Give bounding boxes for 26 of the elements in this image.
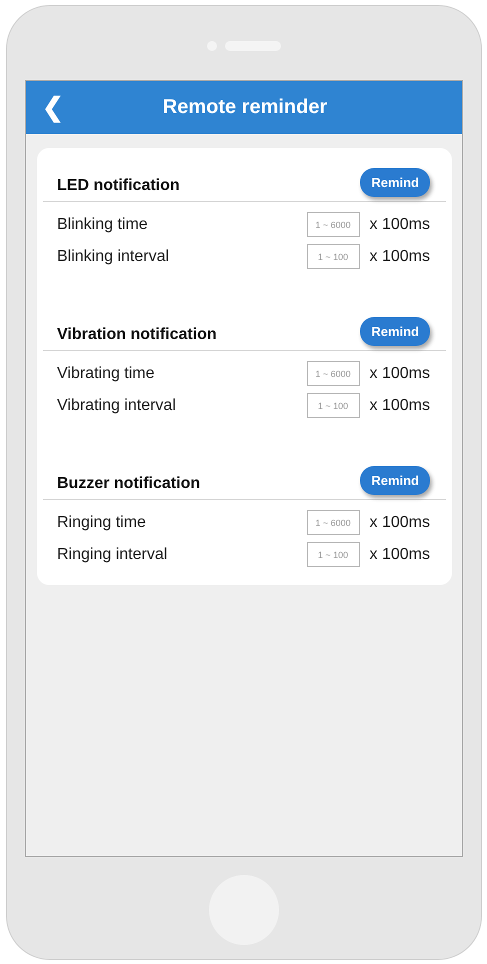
setting-label: Ringing time: [57, 514, 147, 532]
back-button[interactable]: ❮: [42, 92, 64, 123]
unit-label: x 100ms: [370, 364, 430, 382]
remind-button[interactable]: Remind: [360, 168, 430, 197]
unit-label: x 100ms: [370, 396, 430, 414]
value-field[interactable]: 1 ~ 6000: [306, 361, 360, 386]
section-title: LED notification: [57, 177, 180, 195]
setting-label: Vibrating interval: [57, 396, 177, 414]
section-title: Buzzer notification: [57, 475, 200, 493]
setting-label: Ringing interval: [57, 546, 168, 564]
value-field[interactable]: 1 ~ 6000: [306, 212, 360, 237]
section-title: Vibration notification: [57, 326, 217, 344]
setting-label: Blinking time: [57, 216, 149, 234]
remind-button[interactable]: Remind: [360, 317, 430, 346]
unit-label: x 100ms: [370, 546, 430, 564]
value-field[interactable]: 1 ~ 100: [306, 393, 360, 418]
unit-label: x 100ms: [370, 514, 430, 532]
setting-label: Blinking interval: [57, 248, 170, 266]
unit-label: x 100ms: [370, 216, 430, 234]
value-field[interactable]: 1 ~ 100: [306, 542, 360, 567]
value-field[interactable]: 1 ~ 100: [306, 244, 360, 269]
value-field[interactable]: 1 ~ 6000: [306, 510, 360, 535]
page-title: Remote reminder: [162, 96, 328, 119]
remind-button[interactable]: Remind: [360, 466, 430, 495]
unit-label: x 100ms: [370, 248, 430, 266]
setting-label: Vibrating time: [57, 364, 156, 382]
